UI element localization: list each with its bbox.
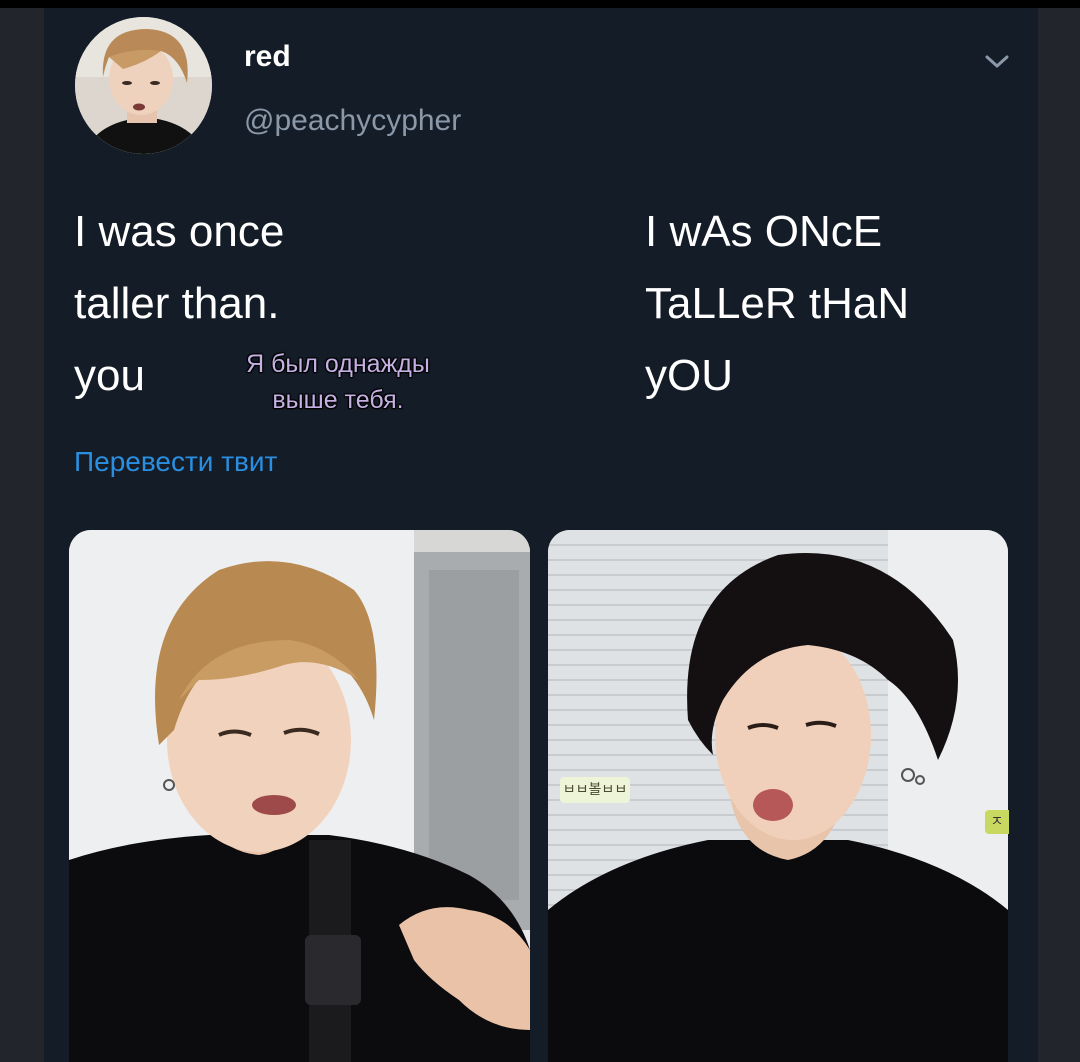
photo-caption: ㅂㅂ볼ㅂㅂ — [560, 777, 630, 803]
tweet-text-right: I wAs ONcE TaLLeR tHaN yOU — [645, 196, 909, 412]
top-bar — [0, 0, 1080, 8]
translation-overlay: Я был однажды выше тебя. — [203, 346, 473, 418]
avatar[interactable] — [75, 17, 212, 154]
author-name[interactable]: red — [244, 40, 291, 74]
tweet-line: I wAs ONcE — [645, 207, 883, 256]
tweet-line: yOU — [645, 351, 733, 400]
left-margin — [0, 8, 44, 1062]
translation-line: выше тебя. — [272, 386, 404, 414]
author-handle[interactable]: @peachycypher — [244, 104, 461, 138]
chevron-down-icon[interactable] — [982, 52, 1012, 72]
tweet-line: TaLLeR tHaN — [645, 279, 910, 328]
tweet-line: taller than. — [74, 279, 280, 328]
tweet-line: I was once — [74, 207, 285, 256]
translate-tweet-link[interactable]: Перевести твит — [74, 446, 277, 478]
translation-line: Я был однажды — [246, 350, 430, 378]
photo-caption-edge: ㅈ — [985, 810, 1009, 834]
right-margin — [1038, 8, 1080, 1062]
tweet-photo-left[interactable] — [69, 530, 530, 1062]
